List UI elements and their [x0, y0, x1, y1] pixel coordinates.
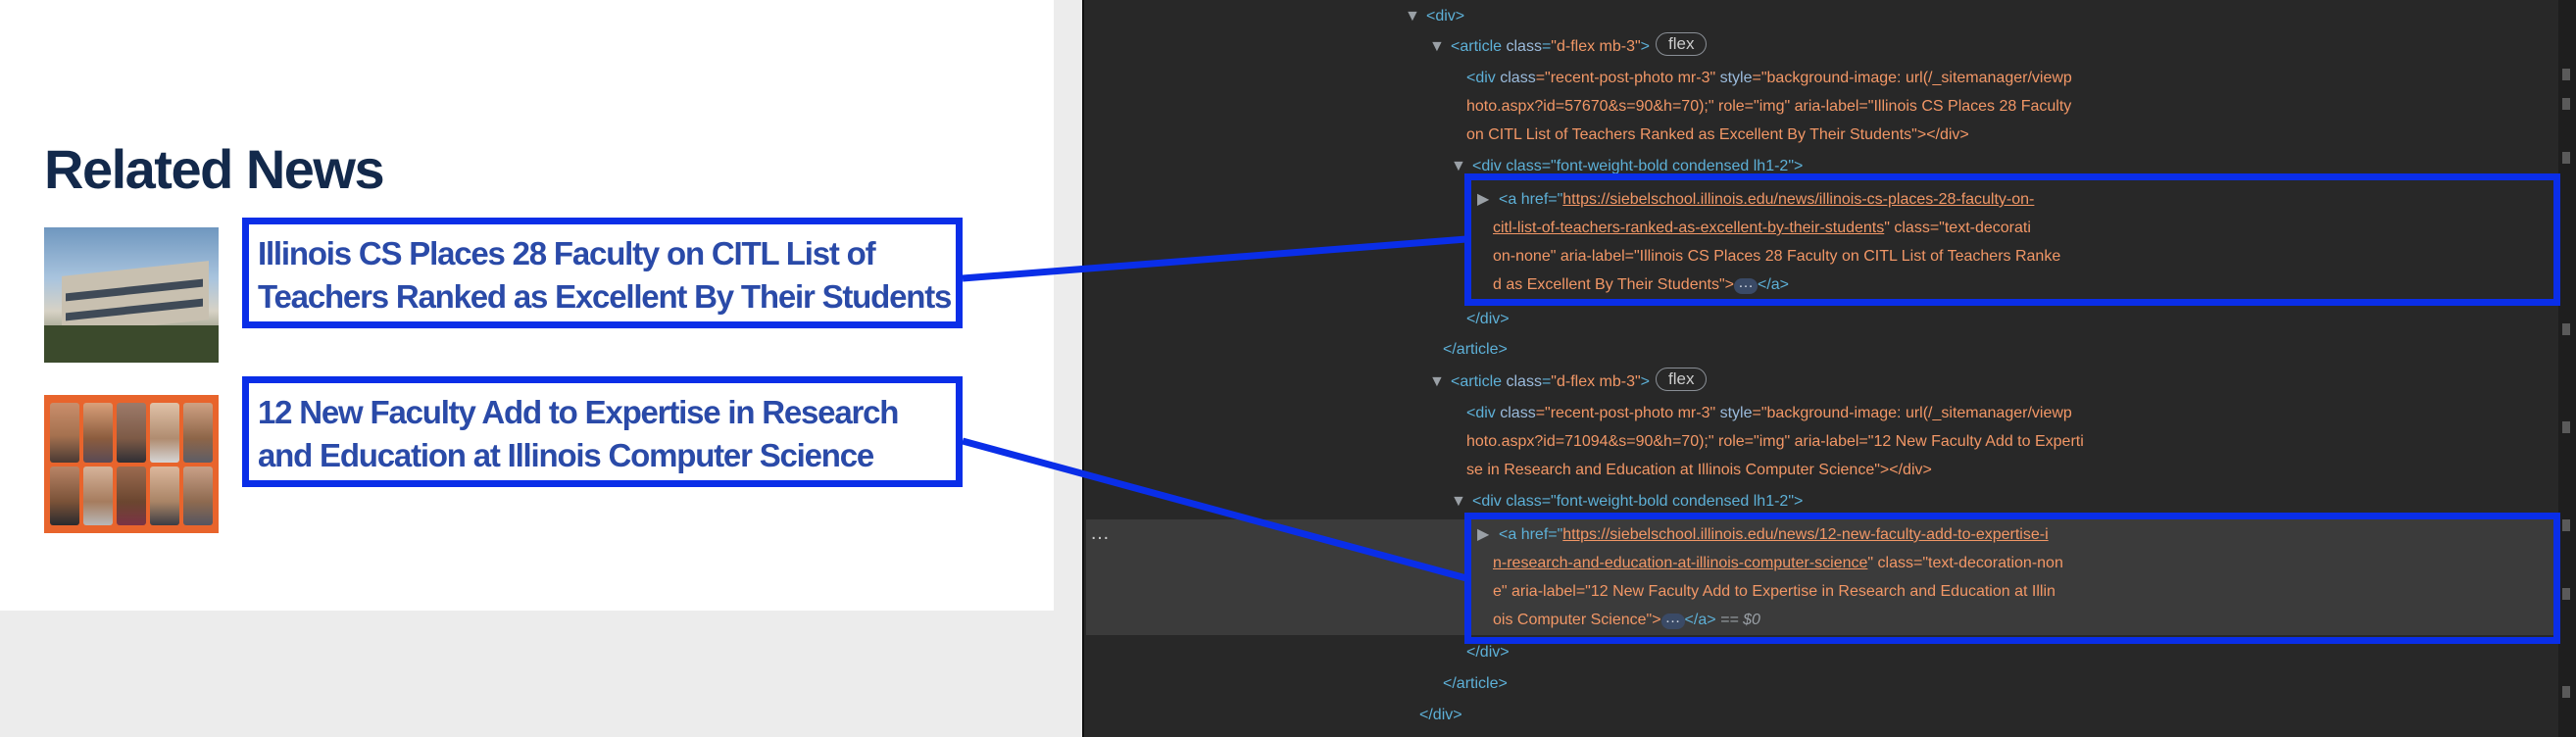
connector-lines — [962, 235, 1467, 582]
connector-line-1 — [962, 235, 1467, 282]
connector-line-2 — [962, 437, 1467, 582]
